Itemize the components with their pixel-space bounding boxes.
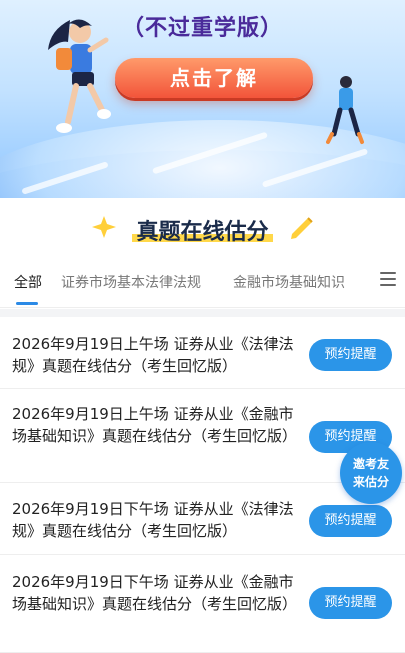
banner-subtitle: （不过重学版） bbox=[121, 16, 283, 41]
list-item[interactable]: 2026年9月19日下午场 证券从业《法律法规》真题在线估分（考生回忆版） 预约… bbox=[0, 483, 405, 555]
active-tab-indicator bbox=[16, 302, 38, 305]
promo-banner[interactable]: （不过重学版） 点击了解 bbox=[0, 0, 405, 198]
item-title: 2026年9月19日下午场 证券从业《法律法规》真题在线估分（考生回忆版） bbox=[12, 500, 294, 540]
invite-friends-button[interactable]: 邀考友 来估分 bbox=[340, 442, 402, 504]
menu-icon[interactable] bbox=[380, 272, 396, 286]
list-item[interactable]: 2026年9月19日下午场 证券从业《金融市场基础知识》真题在线估分（考生回忆版… bbox=[0, 555, 405, 653]
section-divider bbox=[0, 309, 405, 317]
section-title: 真题在线估分 bbox=[132, 214, 273, 246]
item-title: 2026年9月19日下午场 证券从业《金融市场基础知识》真题在线估分（考生回忆版… bbox=[12, 573, 298, 613]
item-title: 2026年9月19日上午场 证券从业《法律法规》真题在线估分（考生回忆版） bbox=[12, 335, 294, 375]
learn-more-button[interactable]: 点击了解 bbox=[115, 58, 313, 98]
runner-boy-illustration bbox=[326, 76, 364, 144]
tab-financial-markets[interactable]: 金融市场基础知识 bbox=[233, 272, 345, 292]
reminder-button[interactable]: 预约提醒 bbox=[309, 339, 392, 371]
tab-all[interactable]: 全部 bbox=[14, 272, 42, 292]
invite-line1: 邀考友 bbox=[352, 457, 389, 471]
category-tabs: 全部 证券市场基本法律法规 金融市场基础知识 bbox=[0, 262, 405, 308]
section-header: 真题在线估分 bbox=[0, 204, 405, 256]
item-title: 2026年9月19日上午场 证券从业《金融市场基础知识》真题在线估分（考生回忆版… bbox=[12, 405, 298, 445]
pencil-icon bbox=[291, 217, 313, 239]
reminder-button[interactable]: 预约提醒 bbox=[309, 505, 392, 537]
tab-securities-law[interactable]: 证券市场基本法律法规 bbox=[61, 272, 201, 292]
reminder-button[interactable]: 预约提醒 bbox=[309, 587, 392, 619]
invite-line2: 来估分 bbox=[352, 475, 389, 489]
list-item[interactable]: 2026年9月19日上午场 证券从业《法律法规》真题在线估分（考生回忆版） 预约… bbox=[0, 317, 405, 389]
